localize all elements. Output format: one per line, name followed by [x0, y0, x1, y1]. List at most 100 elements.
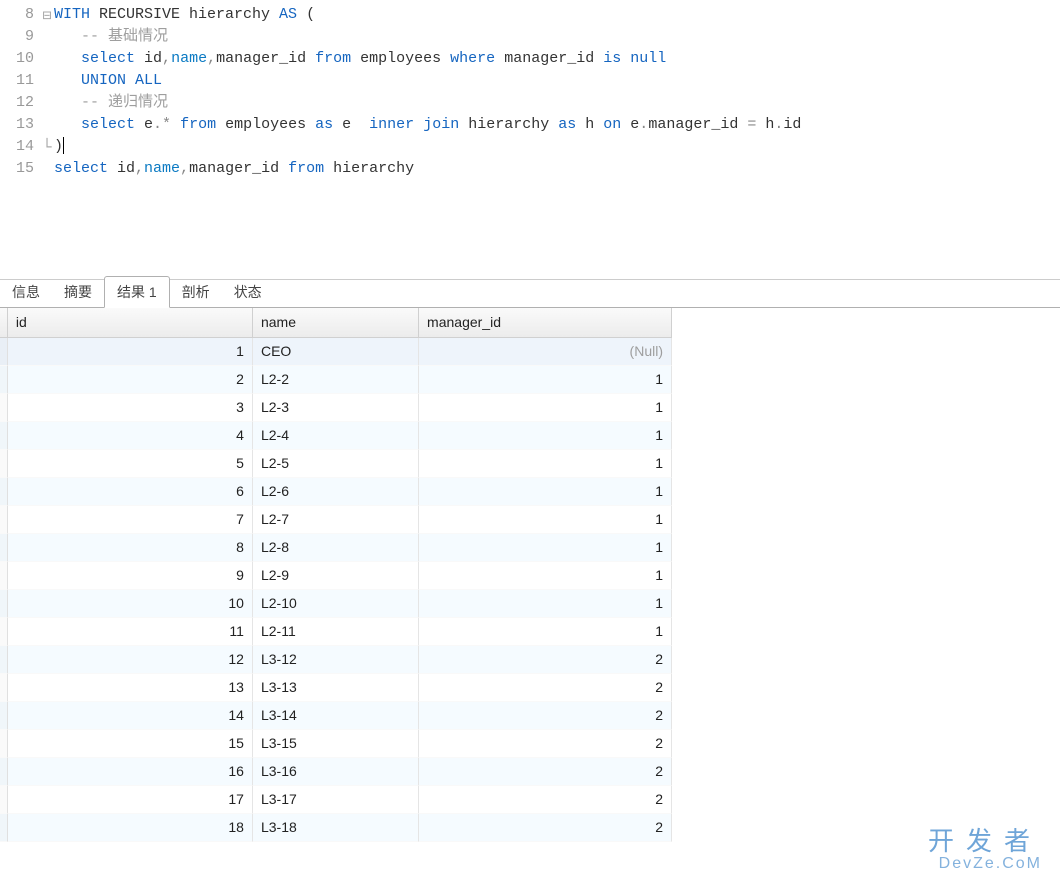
cell-manager-id[interactable]: 1 — [419, 618, 672, 646]
cell-name[interactable]: L2-3 — [253, 394, 419, 422]
row-marker[interactable] — [0, 338, 8, 366]
cell-manager-id[interactable]: 2 — [419, 646, 672, 674]
cell-id[interactable]: 12 — [8, 646, 253, 674]
cell-name[interactable]: L2-9 — [253, 562, 419, 590]
cell-manager-id[interactable]: 1 — [419, 450, 672, 478]
cell-name[interactable]: L3-17 — [253, 786, 419, 814]
cell-name[interactable]: L3-18 — [253, 814, 419, 842]
row-marker[interactable] — [0, 478, 8, 506]
row-marker[interactable] — [0, 506, 8, 534]
cell-manager-id[interactable]: 2 — [419, 674, 672, 702]
row-marker[interactable] — [0, 422, 8, 450]
code-line[interactable]: select id,name,manager_id from employees… — [54, 48, 1060, 70]
cell-id[interactable]: 17 — [8, 786, 253, 814]
table-row[interactable]: 5L2-51 — [0, 450, 672, 478]
cell-id[interactable]: 1 — [8, 338, 253, 366]
cell-name[interactable]: L2-6 — [253, 478, 419, 506]
code-line[interactable]: WITH RECURSIVE hierarchy AS ( — [54, 4, 1060, 26]
cell-name[interactable]: L2-10 — [253, 590, 419, 618]
row-marker[interactable] — [0, 674, 8, 702]
table-row[interactable]: 8L2-81 — [0, 534, 672, 562]
cell-id[interactable]: 10 — [8, 590, 253, 618]
cell-manager-id[interactable]: 1 — [419, 366, 672, 394]
tab-结果 1[interactable]: 结果 1 — [104, 276, 170, 308]
tab-信息[interactable]: 信息 — [0, 277, 52, 307]
cell-name[interactable]: L3-12 — [253, 646, 419, 674]
code-area[interactable]: WITH RECURSIVE hierarchy AS ( -- 基础情况 se… — [54, 0, 1060, 279]
row-marker[interactable] — [0, 562, 8, 590]
cell-manager-id[interactable]: 1 — [419, 590, 672, 618]
row-marker[interactable] — [0, 394, 8, 422]
tab-状态[interactable]: 状态 — [222, 277, 274, 307]
row-marker[interactable] — [0, 618, 8, 646]
cell-id[interactable]: 9 — [8, 562, 253, 590]
cell-manager-id[interactable]: 1 — [419, 562, 672, 590]
cell-id[interactable]: 7 — [8, 506, 253, 534]
row-marker[interactable] — [0, 646, 8, 674]
code-line[interactable]: -- 递归情况 — [54, 92, 1060, 114]
grid-body[interactable]: 1CEO(Null)2L2-213L2-314L2-415L2-516L2-61… — [0, 338, 672, 842]
cell-manager-id[interactable]: 2 — [419, 786, 672, 814]
table-row[interactable]: 7L2-71 — [0, 506, 672, 534]
table-row[interactable]: 13L3-132 — [0, 674, 672, 702]
cell-manager-id[interactable]: 1 — [419, 506, 672, 534]
table-row[interactable]: 2L2-21 — [0, 366, 672, 394]
cell-manager-id[interactable]: 1 — [419, 534, 672, 562]
row-marker[interactable] — [0, 702, 8, 730]
cell-manager-id[interactable]: 1 — [419, 478, 672, 506]
column-header-managerid[interactable]: manager_id — [419, 308, 672, 337]
cell-name[interactable]: L3-14 — [253, 702, 419, 730]
cell-name[interactable]: L3-16 — [253, 758, 419, 786]
cell-id[interactable]: 11 — [8, 618, 253, 646]
fold-gutter[interactable]: ⊟ └ — [40, 0, 54, 279]
cell-id[interactable]: 18 — [8, 814, 253, 842]
row-marker[interactable] — [0, 366, 8, 394]
table-row[interactable]: 9L2-91 — [0, 562, 672, 590]
code-line[interactable]: -- 基础情况 — [54, 26, 1060, 48]
cell-name[interactable]: L2-2 — [253, 366, 419, 394]
cell-id[interactable]: 16 — [8, 758, 253, 786]
cell-manager-id[interactable]: (Null) — [419, 338, 672, 366]
table-row[interactable]: 17L3-172 — [0, 786, 672, 814]
row-marker[interactable] — [0, 786, 8, 814]
cell-name[interactable]: CEO — [253, 338, 419, 366]
cell-id[interactable]: 8 — [8, 534, 253, 562]
table-row[interactable]: 6L2-61 — [0, 478, 672, 506]
cell-name[interactable]: L2-7 — [253, 506, 419, 534]
cell-manager-id[interactable]: 1 — [419, 422, 672, 450]
code-line[interactable]: UNION ALL — [54, 70, 1060, 92]
row-marker[interactable] — [0, 814, 8, 842]
row-marker[interactable] — [0, 758, 8, 786]
fold-marker-icon[interactable]: ⊟ — [40, 4, 54, 26]
cell-id[interactable]: 6 — [8, 478, 253, 506]
table-row[interactable]: 18L3-182 — [0, 814, 672, 842]
column-header-name[interactable]: name — [253, 308, 419, 337]
column-header-id[interactable]: id — [8, 308, 253, 337]
cell-name[interactable]: L2-8 — [253, 534, 419, 562]
cell-id[interactable]: 14 — [8, 702, 253, 730]
table-row[interactable]: 4L2-41 — [0, 422, 672, 450]
table-row[interactable]: 11L2-111 — [0, 618, 672, 646]
table-row[interactable]: 10L2-101 — [0, 590, 672, 618]
cell-manager-id[interactable]: 2 — [419, 702, 672, 730]
fold-marker-icon[interactable]: └ — [40, 136, 54, 158]
cell-manager-id[interactable]: 2 — [419, 758, 672, 786]
tab-摘要[interactable]: 摘要 — [52, 277, 104, 307]
cell-name[interactable]: L3-13 — [253, 674, 419, 702]
table-row[interactable]: 12L3-122 — [0, 646, 672, 674]
row-marker[interactable] — [0, 730, 8, 758]
table-row[interactable]: 3L2-31 — [0, 394, 672, 422]
code-line[interactable]: select e.* from employees as e inner joi… — [54, 114, 1060, 136]
code-line[interactable]: ) — [54, 136, 1060, 158]
cell-id[interactable]: 3 — [8, 394, 253, 422]
cell-name[interactable]: L2-5 — [253, 450, 419, 478]
sql-editor[interactable]: 89101112131415 ⊟ └ WITH RECURSIVE hierar… — [0, 0, 1060, 280]
cell-id[interactable]: 15 — [8, 730, 253, 758]
table-row[interactable]: 1CEO(Null) — [0, 338, 672, 366]
cell-name[interactable]: L3-15 — [253, 730, 419, 758]
cell-manager-id[interactable]: 2 — [419, 730, 672, 758]
table-row[interactable]: 16L3-162 — [0, 758, 672, 786]
cell-manager-id[interactable]: 1 — [419, 394, 672, 422]
cell-name[interactable]: L2-11 — [253, 618, 419, 646]
tab-剖析[interactable]: 剖析 — [170, 277, 222, 307]
